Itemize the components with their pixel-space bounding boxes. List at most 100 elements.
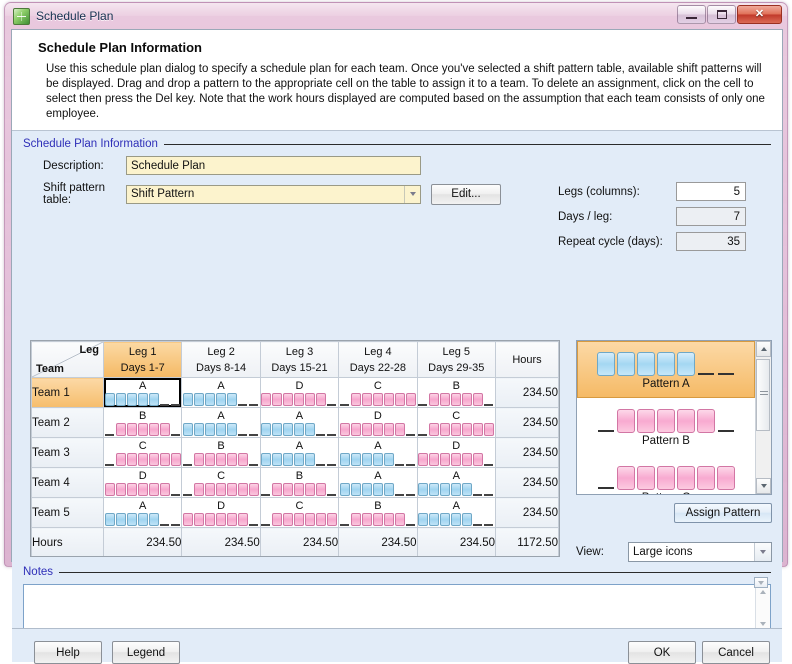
assignment-cell-r5-c3[interactable]: C <box>259 497 340 528</box>
day-off-icon <box>484 453 494 466</box>
shift-block-blue <box>148 512 159 526</box>
pattern-blocks <box>182 452 259 467</box>
shift-block-pink <box>440 422 451 436</box>
assignment-cell-r2-c3[interactable]: A <box>259 407 340 438</box>
assignment-cell-r5-c1[interactable]: A <box>102 497 183 528</box>
team-label-5[interactable]: Team 5 <box>31 497 104 528</box>
assignment-cell-r2-c4[interactable]: D <box>338 407 418 438</box>
shift-block-pink <box>350 512 361 526</box>
shift-block-pink <box>697 465 715 490</box>
assign-pattern-button[interactable]: Assign Pattern <box>674 503 772 523</box>
shift-block-pink <box>238 482 249 496</box>
palette-item-2[interactable]: Pattern B <box>577 398 755 455</box>
notes-expand-button[interactable] <box>754 577 768 588</box>
pattern-letter: A <box>217 409 225 422</box>
shift-block-pink <box>451 422 462 436</box>
assignment-cell-r3-c3[interactable]: A <box>259 437 340 468</box>
shift-block-pink <box>372 422 383 436</box>
pattern-letter: D <box>295 379 304 392</box>
shift-block-pink <box>294 392 305 406</box>
shift-block-pink <box>194 452 205 466</box>
shift-block-blue <box>205 392 216 406</box>
pattern-blocks <box>261 452 338 467</box>
page-title: Schedule Plan Information <box>38 40 202 55</box>
assignment-cell-r2-c5[interactable]: C <box>416 407 497 438</box>
pattern-palette-list[interactable]: Pattern A Pattern B Pattern C <box>577 341 755 494</box>
assignment-cell-r1-c4[interactable]: C <box>338 377 418 408</box>
assignment-cell-r4-c3[interactable]: B <box>259 467 340 498</box>
notes-field[interactable] <box>23 577 771 632</box>
view-combo[interactable]: Large icons <box>628 542 772 562</box>
edit-button[interactable]: Edit... <box>431 183 501 205</box>
team-label-1[interactable]: Team 1 <box>31 377 104 408</box>
close-icon: ✕ <box>754 8 765 20</box>
shift-block-blue <box>183 392 194 406</box>
help-button[interactable]: Help <box>34 641 102 664</box>
title-bar[interactable]: Schedule Plan ✕ <box>5 3 787 29</box>
assignment-cell-r3-c5[interactable]: D <box>416 437 497 468</box>
leg-header-5[interactable]: Leg 5 Days 29-35 <box>416 341 497 378</box>
close-button[interactable]: ✕ <box>737 5 782 24</box>
palette-item-3[interactable]: Pattern C <box>577 455 755 494</box>
pattern-palette[interactable]: Pattern A Pattern B Pattern C <box>576 340 772 495</box>
day-off-icon <box>249 423 259 436</box>
scrollbar-thumb[interactable] <box>756 359 770 431</box>
shift-block-blue <box>677 351 695 376</box>
assignment-cell-r3-c2[interactable]: B <box>181 437 261 468</box>
cancel-button[interactable]: Cancel <box>702 641 770 664</box>
shift-block-blue <box>462 482 473 496</box>
chevron-down-icon[interactable] <box>754 543 771 561</box>
column-hours-1: 234.50 <box>102 527 183 556</box>
shift-pattern-table-combo[interactable]: Shift Pattern <box>126 184 421 204</box>
palette-scrollbar[interactable] <box>755 341 771 494</box>
assignment-cell-r4-c4[interactable]: A <box>338 467 418 498</box>
notes-textarea[interactable] <box>24 585 755 631</box>
assignment-cell-r1-c5[interactable]: B <box>416 377 497 408</box>
pattern-blocks <box>418 392 495 407</box>
assignment-cell-r4-c2[interactable]: C <box>181 467 261 498</box>
leg-header-3[interactable]: Leg 3 Days 15-21 <box>259 341 340 378</box>
shift-block-pink <box>194 482 205 496</box>
description-input[interactable]: Schedule Plan <box>126 156 421 175</box>
palette-item-1[interactable]: Pattern A <box>577 341 755 398</box>
legend-button[interactable]: Legend <box>112 641 180 664</box>
chevron-down-icon[interactable] <box>404 185 420 203</box>
pattern-letter: A <box>295 439 304 452</box>
team-label-4[interactable]: Team 4 <box>31 467 104 498</box>
assignment-cell-r5-c4[interactable]: B <box>338 497 418 528</box>
assignment-cell-r2-c2[interactable]: A <box>181 407 261 438</box>
scroll-up-button[interactable] <box>756 341 771 357</box>
leg-header-4[interactable]: Leg 4 Days 22-28 <box>338 341 418 378</box>
assignment-cell-r4-c1[interactable]: D <box>102 467 183 498</box>
shift-block-pink <box>316 392 327 406</box>
assignment-cell-r3-c4[interactable]: A <box>338 437 418 468</box>
minimize-button[interactable] <box>677 5 706 24</box>
scroll-down-button[interactable] <box>756 478 771 494</box>
assignment-cell-r2-c1[interactable]: B <box>102 407 183 438</box>
shift-block-pink <box>372 392 383 406</box>
team-label-3[interactable]: Team 3 <box>31 437 104 468</box>
notes-scrollbar[interactable] <box>755 585 770 631</box>
shift-block-pink <box>294 512 305 526</box>
assignment-cell-r1-c1[interactable]: A <box>102 377 183 408</box>
team-label-2[interactable]: Team 2 <box>31 407 104 438</box>
schedule-table-container[interactable]: Leg Team Leg 1 Days 1-7 Leg 2 Days 8-14 Leg … <box>30 340 560 557</box>
assignment-cell-r1-c2[interactable]: A <box>181 377 261 408</box>
leg-header-2[interactable]: Leg 2 Days 8-14 <box>181 341 261 378</box>
legs-input[interactable]: 5 <box>676 182 746 201</box>
leg-days: Days 29-35 <box>428 361 485 374</box>
shift-block-blue <box>429 482 440 496</box>
shift-block-blue <box>305 422 316 436</box>
maximize-button[interactable] <box>707 5 736 24</box>
assignment-cell-r1-c3[interactable]: D <box>259 377 340 408</box>
assignment-cell-r5-c5[interactable]: A <box>416 497 497 528</box>
shift-block-blue <box>261 452 272 466</box>
ok-button[interactable]: OK <box>628 641 696 664</box>
assignment-cell-r5-c2[interactable]: D <box>181 497 261 528</box>
pattern-letter: A <box>295 409 304 422</box>
row-hours-2: 234.50 <box>495 407 559 438</box>
assignment-cell-r3-c1[interactable]: C <box>102 437 183 468</box>
shift-block-pink <box>272 392 283 406</box>
leg-header-1[interactable]: Leg 1 Days 1-7 <box>102 341 183 378</box>
assignment-cell-r4-c5[interactable]: A <box>416 467 497 498</box>
